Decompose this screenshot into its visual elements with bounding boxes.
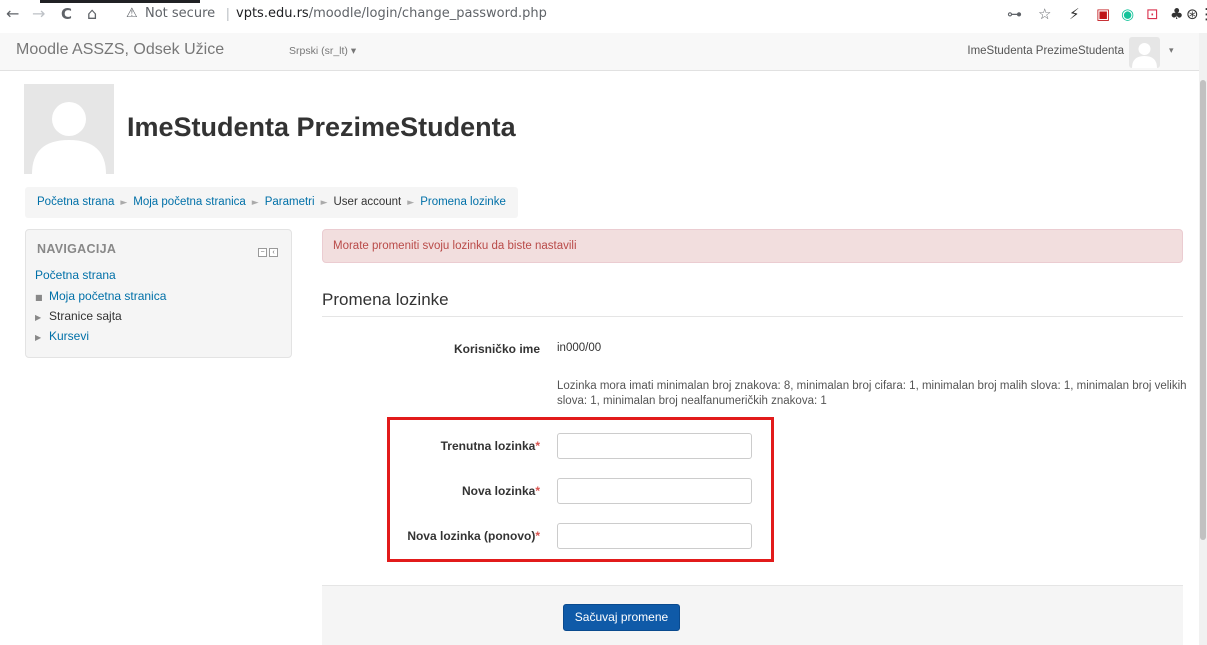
scrollbar-thumb[interactable] — [1200, 80, 1206, 540]
password-policy-text: Lozinka mora imati minimalan broj znakov… — [557, 380, 1187, 407]
breadcrumb: Početna strana ► Moja početna stranica ► Par… — [25, 187, 518, 218]
user-menu-name[interactable]: ImeStudenta PrezimeStudenta — [967, 45, 1124, 57]
site-navbar: Moodle ASSZS, Odsek Užice Srpski (sr_lt)… — [0, 33, 1199, 71]
user-avatar[interactable] — [1129, 37, 1160, 68]
bookmark-star-icon[interactable]: ☆ — [1038, 5, 1051, 23]
browser-toolbar: ← → C ⌂ ⚠ Not secure | vpts.edu.rs/moodl… — [0, 0, 1207, 33]
forward-icon[interactable]: → — [32, 5, 45, 23]
toolbar-edge — [40, 0, 200, 3]
form-legend: Promena lozinke — [322, 290, 449, 309]
nav-item-label: Kursevi — [49, 329, 90, 343]
navigation-block-title: NAVIGACIJA — [37, 242, 117, 256]
password-change-alert: Morate promeniti svoju lozinku da biste … — [322, 229, 1183, 263]
pocket-extension-icon[interactable]: ⊡ — [1146, 5, 1159, 23]
url-divider: | — [226, 5, 230, 21]
breadcrumb-user-account: User account — [333, 196, 402, 208]
breadcrumb-separator: ► — [251, 198, 259, 208]
extensions-puzzle-icon[interactable]: ♣ — [1170, 5, 1183, 23]
site-brand[interactable]: Moodle ASSZS, Odsek Užice — [16, 41, 224, 59]
breadcrumb-separator: ► — [320, 198, 328, 208]
user-menu-caret[interactable]: ▾ — [1169, 45, 1174, 56]
warning-icon[interactable]: ⚠ — [126, 6, 138, 22]
page-title: ImeStudenta PrezimeStudenta — [127, 112, 516, 142]
form-actions-bar — [322, 585, 1183, 645]
red-highlight-box — [387, 417, 774, 562]
legend-divider — [322, 316, 1183, 317]
nav-item-label: Stranice sajta — [49, 309, 122, 323]
nav-item-site-pages[interactable]: ▶ Stranice sajta — [35, 309, 122, 323]
language-menu[interactable]: Srpski (sr_lt) ▾ — [289, 45, 356, 57]
profile-icon[interactable]: ⊛ — [1186, 5, 1199, 23]
url-host: vpts.edu.rs — [236, 6, 309, 21]
address-bar[interactable]: vpts.edu.rs/moodle/login/change_password… — [236, 6, 547, 22]
reload-icon[interactable]: C — [61, 5, 72, 23]
profile-picture — [24, 84, 114, 174]
grammarly-extension-icon[interactable]: ◉ — [1121, 5, 1134, 23]
url-path: /moodle/login/change_password.php — [308, 6, 547, 21]
expand-arrow-icon: ▶ — [35, 333, 42, 342]
navigation-block: NAVIGACIJA − ‹ Početna strana ■ Moja poče… — [25, 229, 292, 358]
save-changes-button[interactable]: Sačuvaj promene — [563, 604, 680, 631]
user-avatar-icon — [1132, 43, 1157, 68]
block-collapse-icon[interactable]: − — [258, 248, 267, 257]
pdf-extension-icon[interactable]: ▣ — [1096, 5, 1110, 23]
breadcrumb-home[interactable]: Početna strana — [37, 196, 114, 208]
breadcrumb-separator: ► — [120, 198, 128, 208]
nav-home-link[interactable]: Početna strana — [35, 268, 116, 282]
breadcrumb-separator: ► — [407, 198, 415, 208]
square-bullet-icon: ■ — [35, 293, 43, 302]
key-icon[interactable]: ⊶ — [1007, 5, 1022, 23]
breadcrumb-preferences[interactable]: Parametri — [265, 196, 315, 208]
profile-picture-icon — [32, 102, 106, 174]
security-status[interactable]: Not secure — [145, 6, 215, 22]
breadcrumb-my-home[interactable]: Moja početna stranica — [133, 196, 246, 208]
breadcrumb-change-password[interactable]: Promena lozinke — [420, 196, 506, 208]
nav-item-label: Moja početna stranica — [49, 289, 167, 303]
browser-menu-icon[interactable]: ⋮ — [1199, 5, 1207, 23]
back-icon[interactable]: ← — [6, 5, 19, 23]
username-value: in000/00 — [557, 342, 602, 354]
nav-item-courses[interactable]: ▶ Kursevi — [35, 329, 89, 343]
username-label: Korisničko ime — [453, 342, 540, 356]
expand-arrow-icon: ▶ — [35, 313, 42, 322]
nav-item-my-home[interactable]: ■ Moja početna stranica — [35, 289, 166, 303]
home-icon[interactable]: ⌂ — [87, 5, 97, 23]
lightning-extension-icon[interactable]: ⚡ — [1069, 5, 1080, 23]
block-dock-icon[interactable]: ‹ — [269, 248, 278, 257]
